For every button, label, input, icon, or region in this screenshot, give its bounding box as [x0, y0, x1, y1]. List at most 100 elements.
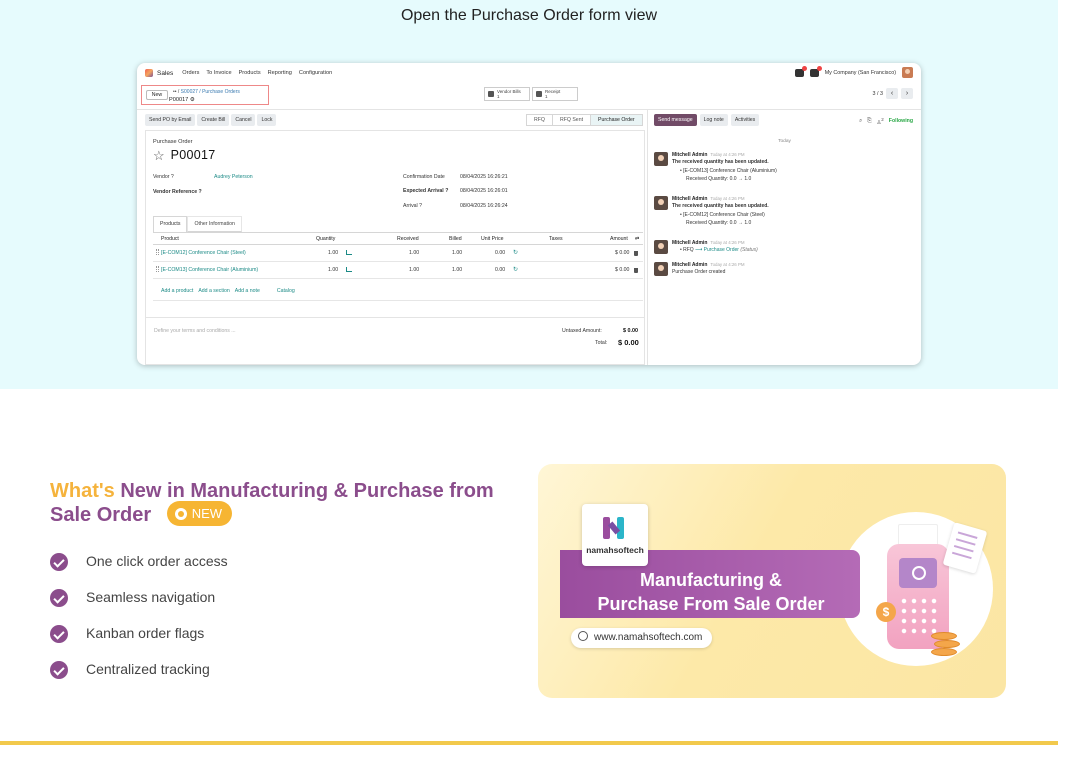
col-taxes[interactable]: Taxes — [549, 236, 563, 242]
create-bill-button[interactable]: Create Bill — [197, 114, 230, 126]
row-unit-price[interactable]: 0.00 — [495, 267, 505, 273]
following-button[interactable]: Following — [889, 118, 913, 124]
activities-button[interactable]: Activities — [730, 114, 760, 126]
company-switcher[interactable]: My Company (San Francisco) — [825, 70, 896, 76]
feature-text: Kanban order flags — [86, 625, 205, 641]
trash-icon[interactable] — [634, 251, 638, 256]
row-unit-price[interactable]: 0.00 — [495, 250, 505, 256]
drag-handle-icon[interactable] — [156, 266, 159, 272]
confirmation-date-field[interactable]: 08/04/2025 16:26:21 — [460, 174, 508, 180]
check-circle-icon — [50, 625, 68, 643]
forecast-chart-icon[interactable] — [346, 267, 352, 272]
nav-menu-to-invoice[interactable]: To Invoice — [206, 70, 231, 76]
notebook-tabs: Products Other Information — [153, 216, 242, 232]
status-rfq-sent[interactable]: RFQ Sent — [553, 115, 592, 125]
table-row[interactable]: [E-COM13] Conference Chair (Aluminium) 1… — [153, 262, 643, 279]
chevron-left-icon[interactable]: ‹ — [886, 88, 898, 99]
undo-icon[interactable]: ↻ — [513, 249, 518, 256]
column-settings-icon[interactable]: ⇄ — [635, 236, 639, 242]
untaxed-amount-value: $ 0.00 — [623, 328, 638, 334]
nav-menu-reporting[interactable]: Reporting — [268, 70, 292, 76]
status-purchase-order[interactable]: Purchase Order — [591, 115, 642, 125]
row-received[interactable]: 1.00 — [409, 250, 419, 256]
send-message-button[interactable]: Send message — [654, 114, 697, 126]
search-icon[interactable]: ⌕ — [859, 118, 862, 125]
check-circle-icon — [50, 661, 68, 679]
log-note-button[interactable]: Log note — [699, 114, 728, 126]
user-avatar[interactable] — [902, 67, 913, 78]
gear-icon[interactable]: ⚙ — [190, 97, 195, 103]
col-amount[interactable]: Amount — [610, 236, 628, 242]
add-product-link[interactable]: Add a product — [161, 288, 193, 294]
avatar[interactable] — [654, 262, 668, 276]
avatar[interactable] — [654, 196, 668, 210]
odoo-screenshot: Sales Orders To Invoice Products Reporti… — [137, 63, 921, 365]
breadcrumb[interactable]: •• / S00027 / Purchase Orders — [173, 89, 240, 95]
row-product[interactable]: [E-COM13] Conference Chair (Aluminium) — [161, 267, 258, 273]
add-note-link[interactable]: Add a note — [235, 288, 260, 294]
status-bar: RFQ RFQ Sent Purchase Order — [526, 114, 643, 126]
drag-handle-icon[interactable] — [156, 249, 159, 255]
row-quantity[interactable]: 1.00 — [328, 250, 338, 256]
apps-icon[interactable] — [145, 69, 153, 77]
chatter-topbar: Send message Log note Activities — [654, 114, 760, 126]
feature-text: Centralized tracking — [86, 661, 210, 677]
arrival-field[interactable]: 08/04/2025 16:26:24 — [460, 203, 508, 209]
vendor-bills-button[interactable]: Vendor Bills 1 — [484, 87, 530, 101]
terms-input[interactable]: Define your terms and conditions ... — [154, 328, 236, 334]
chatter: Send message Log note Activities ⌕ ⎘ ♙2 … — [647, 110, 921, 365]
col-product[interactable]: Product — [161, 236, 179, 242]
nav-menu-configuration[interactable]: Configuration — [299, 70, 332, 76]
forecast-chart-icon[interactable] — [346, 250, 352, 255]
control-panel: New •• / S00027 / Purchase Orders P00017… — [137, 83, 921, 110]
feature-text: One click order access — [86, 553, 228, 569]
form-action-bar: Send PO by Email Create Bill Cancel Lock — [145, 114, 277, 126]
pager: 3 / 3 ‹ › — [873, 88, 913, 99]
status-rfq[interactable]: RFQ — [527, 115, 553, 125]
star-icon[interactable]: ☆ — [153, 149, 165, 162]
receipt-button[interactable]: Receipt 1 — [532, 87, 578, 101]
chevron-right-icon[interactable]: › — [901, 88, 913, 99]
avatar[interactable] — [654, 240, 668, 254]
lock-button[interactable]: Lock — [257, 114, 277, 126]
paperclip-icon[interactable]: ⎘ — [867, 118, 871, 125]
col-quantity[interactable]: Quantity — [316, 236, 335, 242]
row-billed: 1.00 — [452, 250, 463, 256]
nav-menu-products[interactable]: Products — [239, 70, 261, 76]
truck-icon — [536, 91, 542, 97]
row-received[interactable]: 1.00 — [409, 267, 419, 273]
followers-icon[interactable]: ♙2 — [876, 117, 883, 126]
nav-menu-orders[interactable]: Orders — [182, 70, 199, 76]
table-row[interactable]: [E-COM12] Conference Chair (Steel) 1.00 … — [153, 245, 643, 262]
undo-icon[interactable]: ↻ — [513, 266, 518, 273]
message-time: Today at 4:26 PM — [710, 262, 745, 267]
row-product[interactable]: [E-COM12] Conference Chair (Steel) — [161, 250, 246, 256]
section-heading: What's New in Manufacturing & Purchase f… — [50, 480, 520, 528]
dollar-coin-icon: $ — [876, 602, 896, 622]
col-unit-price[interactable]: Unit Price — [481, 236, 504, 242]
tab-other-information[interactable]: Other Information — [187, 216, 242, 232]
brand-logo: namahsoftech — [582, 504, 648, 566]
step-caption: Open the Purchase Order form view — [400, 7, 658, 24]
send-po-email-button[interactable]: Send PO by Email — [145, 114, 196, 126]
vendor-reference-label: Vendor Reference ? — [153, 189, 202, 195]
nav-app-name[interactable]: Sales — [157, 70, 173, 77]
avatar[interactable] — [654, 152, 668, 166]
activity-icon[interactable] — [809, 65, 822, 77]
messaging-icon[interactable] — [794, 65, 807, 77]
tab-products[interactable]: Products — [153, 216, 188, 232]
vendor-field[interactable]: Audrey Peterson — [214, 174, 253, 180]
row-quantity[interactable]: 1.00 — [328, 267, 338, 273]
trash-icon[interactable] — [634, 268, 638, 273]
expected-arrival-field[interactable]: 08/04/2025 16:26:01 — [460, 188, 508, 194]
catalog-link[interactable]: Catalog — [277, 288, 295, 294]
cancel-button[interactable]: Cancel — [231, 114, 256, 126]
col-received[interactable]: Received — [397, 236, 419, 242]
pager-value[interactable]: 3 / 3 — [873, 91, 884, 97]
add-section-link[interactable]: Add a section — [198, 288, 229, 294]
promo-banner: namahsoftech Manufacturing & Purchase Fr… — [538, 464, 1006, 698]
tutorial-step-section: Open the Purchase Order form view Sales … — [0, 0, 1058, 389]
new-button[interactable]: New — [146, 90, 168, 100]
col-billed[interactable]: Billed — [449, 236, 462, 242]
page-title: P00017 — [170, 148, 216, 162]
